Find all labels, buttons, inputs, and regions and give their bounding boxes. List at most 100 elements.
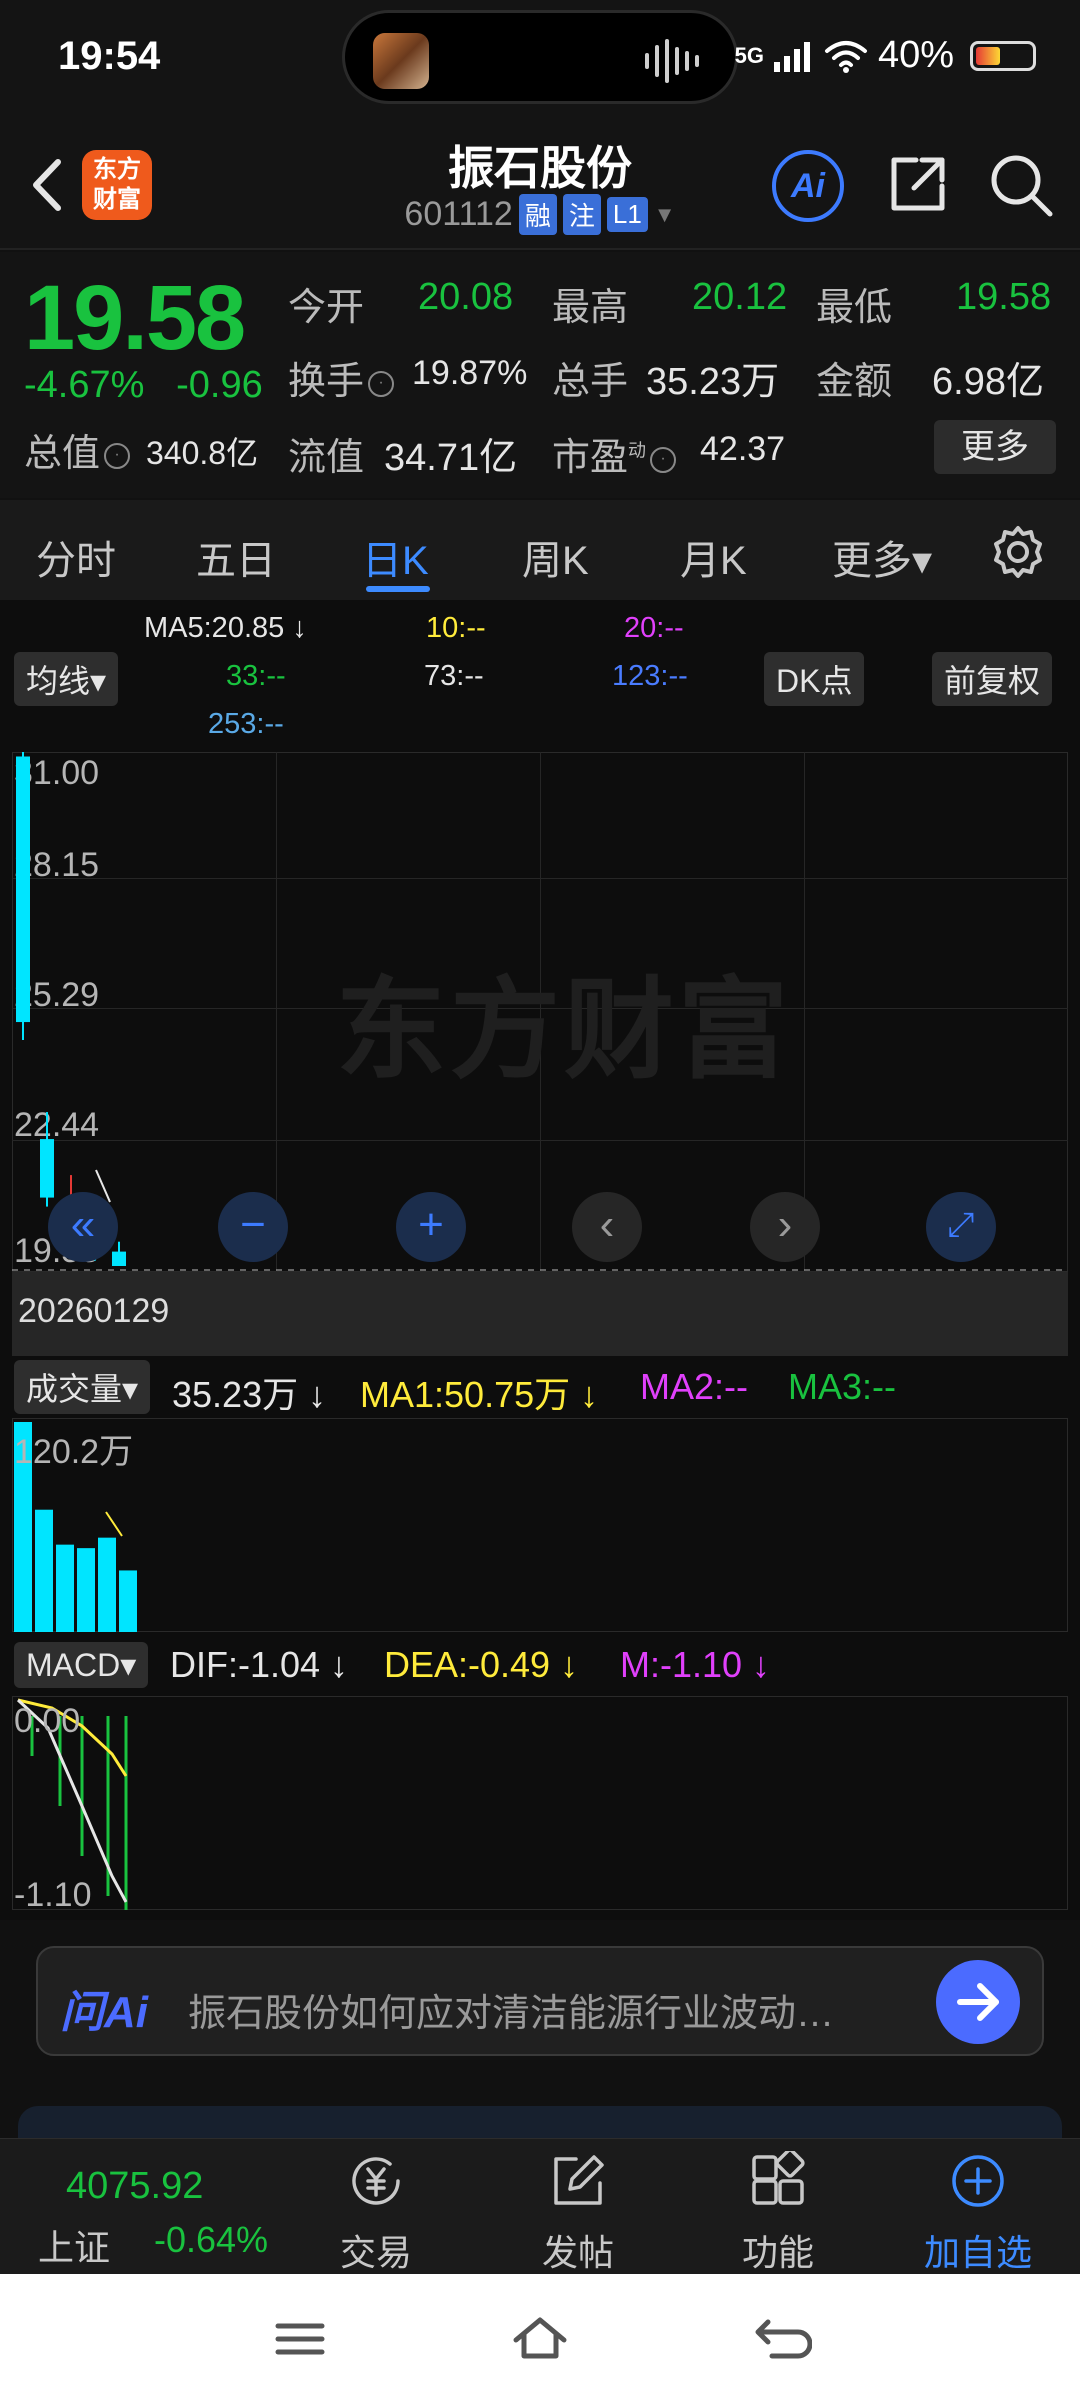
ai-button[interactable]: Ai bbox=[772, 150, 844, 222]
ma5-value: MA5:20.85 ↓ bbox=[144, 612, 307, 644]
change-percent: -4.67% bbox=[24, 364, 145, 406]
tab-monthly-k[interactable]: 月K bbox=[680, 528, 747, 586]
nav-trade-label: 交易 bbox=[339, 2232, 412, 2273]
dynamic-island[interactable] bbox=[342, 10, 738, 104]
home-icon[interactable] bbox=[510, 2314, 570, 2364]
scroll-to-start-button[interactable]: « bbox=[48, 1192, 118, 1262]
tab-weekly-k[interactable]: 周K bbox=[522, 528, 589, 586]
macd-dif: DIF:-1.04 ↓ bbox=[170, 1644, 349, 1685]
nav-functions[interactable]: 功能 bbox=[708, 2148, 848, 2276]
scroll-right-button[interactable]: › bbox=[750, 1192, 820, 1262]
candlestick-chart bbox=[12, 752, 1068, 1271]
last-price: 19.58 bbox=[24, 267, 246, 369]
nav-add-watchlist[interactable]: 加自选 bbox=[908, 2151, 1048, 2276]
back-nav-icon[interactable] bbox=[752, 2314, 812, 2364]
margin-tag: 融 bbox=[518, 194, 557, 235]
status-indicators: 5G 40% bbox=[735, 34, 1036, 77]
quote-panel: 19.58 -4.67% -0.96 总值 · 340.8亿 今开 20.08 最… bbox=[0, 252, 1080, 498]
index-value: 4075.92 bbox=[66, 2165, 204, 2207]
nav-post[interactable]: 发帖 bbox=[508, 2151, 648, 2276]
candle bbox=[16, 752, 30, 1041]
macd-y-top: 0.00 bbox=[14, 1702, 81, 1740]
float-cap-value: 34.71亿 bbox=[384, 437, 518, 479]
adjust-select[interactable]: 前复权 bbox=[932, 652, 1053, 706]
volume-ma1: MA1:50.75万 ↓ bbox=[360, 1374, 599, 1415]
more-button[interactable]: 更多 bbox=[934, 420, 1056, 474]
volume-indicator-select[interactable]: 成交量▾ bbox=[14, 1360, 151, 1414]
ma73-value: 73:-- bbox=[424, 660, 484, 692]
volume-ma1-line bbox=[105, 1511, 123, 1537]
plus-circle-icon bbox=[952, 2155, 1004, 2207]
low-label: 最低 bbox=[816, 287, 893, 329]
tab-daily-k[interactable]: 日K bbox=[362, 528, 429, 586]
tab-five-day[interactable]: 五日 bbox=[196, 528, 276, 586]
info-icon[interactable]: · bbox=[650, 446, 677, 473]
registration-tag: 注 bbox=[562, 194, 601, 235]
ask-ai-prompt[interactable]: 振石股份如何应对清洁能源行业波动… bbox=[188, 1982, 908, 2037]
volume-bar bbox=[119, 1570, 137, 1632]
ask-ai-bar[interactable]: 问Ai 振石股份如何应对清洁能源行业波动… bbox=[36, 1946, 1044, 2056]
scroll-left-button[interactable]: ‹ bbox=[572, 1192, 642, 1262]
open-value: 20.08 bbox=[418, 276, 514, 318]
ma123-value: 123:-- bbox=[612, 660, 688, 692]
ma253-value: 253:-- bbox=[208, 708, 284, 740]
low-value: 19.58 bbox=[956, 276, 1052, 318]
ask-ai-submit-button[interactable] bbox=[936, 1960, 1020, 2044]
fullscreen-button[interactable]: ⤢ bbox=[926, 1192, 996, 1262]
macd-m: M:-1.10 ↓ bbox=[620, 1644, 771, 1685]
macd-indicator-select[interactable]: MACD▾ bbox=[14, 1642, 149, 1688]
level-tag: L1 bbox=[606, 197, 648, 232]
info-icon[interactable]: · bbox=[368, 370, 395, 397]
system-nav-bar bbox=[0, 2274, 1080, 2400]
candle bbox=[112, 1241, 126, 1266]
gear-icon[interactable] bbox=[990, 524, 1046, 580]
ma10-value: 10:-- bbox=[426, 612, 486, 644]
volume-ma2: MA2:-- bbox=[640, 1366, 748, 1407]
indicator-select[interactable]: 均线▾ bbox=[14, 652, 119, 706]
volume-bar bbox=[35, 1509, 53, 1632]
volume-value: 35.23万 bbox=[646, 361, 780, 403]
back-icon[interactable] bbox=[22, 150, 72, 220]
pe-label: 市盈动 · bbox=[552, 426, 680, 481]
search-icon[interactable] bbox=[988, 152, 1054, 218]
bottom-nav: 4075.92 上证 -0.64% 交易 发帖 功能 加自选 bbox=[0, 2138, 1080, 2274]
ma33-value: 33:-- bbox=[226, 660, 286, 692]
volume-value: 35.23万 ↓ bbox=[172, 1374, 327, 1415]
battery-text: 40% bbox=[877, 34, 954, 76]
wifi-icon bbox=[824, 40, 867, 73]
active-tab-indicator bbox=[366, 586, 430, 592]
menu-icon[interactable] bbox=[270, 2314, 330, 2364]
info-icon[interactable]: · bbox=[104, 442, 131, 469]
macd-dea: DEA:-0.49 ↓ bbox=[384, 1644, 579, 1685]
index-change: -0.64% bbox=[154, 2219, 269, 2260]
amount-label: 金额 bbox=[816, 361, 893, 403]
volume-ma3: MA3:-- bbox=[788, 1366, 896, 1407]
macd-chart bbox=[16, 1698, 128, 1910]
volume-y-label: 120.2万 bbox=[14, 1433, 134, 1471]
current-date: 20260129 bbox=[18, 1292, 170, 1330]
change-amount: -0.96 bbox=[176, 364, 263, 406]
price-change: -4.67% -0.96 bbox=[24, 364, 263, 407]
share-icon[interactable] bbox=[886, 152, 950, 216]
ma20-value: 20:-- bbox=[624, 612, 684, 644]
date-bar: 20260129 bbox=[12, 1272, 1068, 1356]
dk-point-toggle[interactable]: DK点 bbox=[764, 652, 865, 706]
zoom-in-button[interactable]: + bbox=[396, 1192, 466, 1262]
zoom-out-button[interactable]: − bbox=[218, 1192, 288, 1262]
nav-trade[interactable]: 交易 bbox=[306, 2151, 446, 2276]
index-name: 上证 bbox=[38, 2227, 111, 2268]
status-time: 19:54 bbox=[58, 34, 161, 78]
tab-more[interactable]: 更多▾ bbox=[832, 528, 932, 586]
macd-y-bottom: -1.10 bbox=[14, 1876, 92, 1914]
volume-bar bbox=[56, 1544, 74, 1632]
candle bbox=[40, 1112, 54, 1207]
total-cap-label: 总值 · bbox=[24, 422, 134, 477]
island-app-icon bbox=[373, 33, 429, 89]
grid-icon bbox=[752, 2148, 805, 2205]
high-label: 最高 bbox=[552, 287, 629, 329]
stock-code-row[interactable]: 601112 融 注 L1 ▼ bbox=[340, 194, 740, 235]
volume-bar bbox=[98, 1537, 116, 1632]
tab-intraday[interactable]: 分时 bbox=[36, 528, 116, 586]
volume-chart bbox=[14, 1422, 137, 1632]
status-bar: 19:54 5G 40% bbox=[0, 0, 1080, 120]
